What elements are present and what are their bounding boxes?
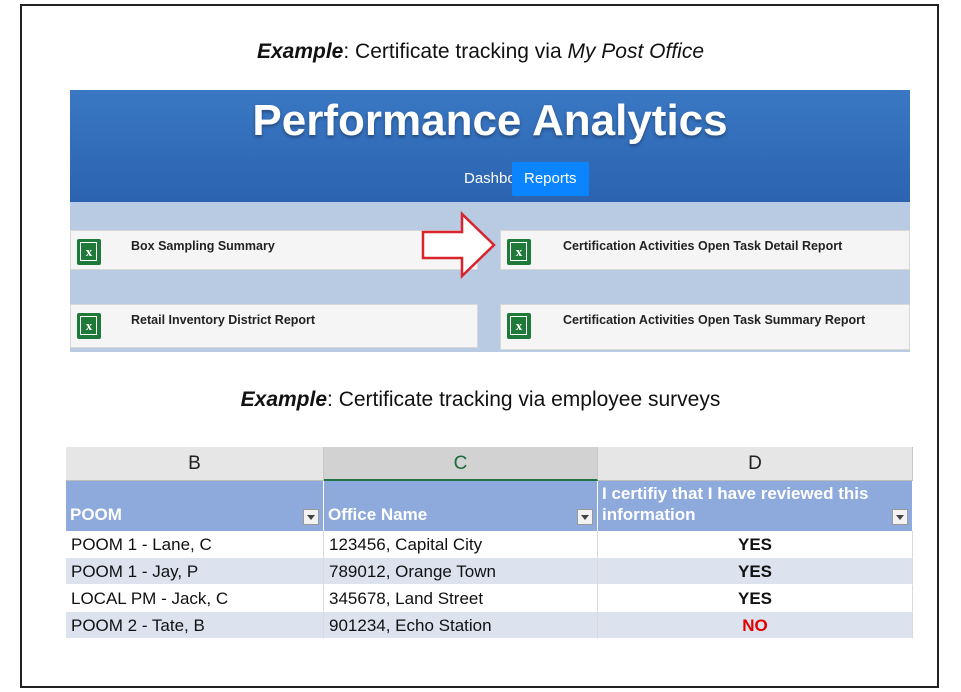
header-office-name: Office Name: [324, 481, 598, 531]
right-arrow-icon: [421, 211, 496, 279]
table-cell[interactable]: LOCAL PM - Jack, C: [66, 585, 324, 612]
analytics-title: Performance Analytics: [252, 96, 728, 145]
excel-icon: x: [507, 239, 531, 265]
table-cell[interactable]: NO: [598, 612, 913, 639]
table-cell[interactable]: POOM 2 - Tate, B: [66, 612, 324, 639]
column-header-b[interactable]: B: [66, 447, 324, 481]
caption-example-label: Example: [240, 388, 328, 411]
excel-icon: x: [77, 313, 101, 339]
table-cell[interactable]: 789012, Orange Town: [324, 558, 598, 585]
column-header-c[interactable]: C: [324, 447, 598, 481]
header-poom: POOM: [66, 481, 324, 531]
table-cell[interactable]: YES: [598, 558, 913, 585]
table-cell[interactable]: 345678, Land Street: [324, 585, 598, 612]
filter-dropdown-icon[interactable]: [303, 509, 319, 525]
table-cell[interactable]: POOM 1 - Jay, P: [66, 558, 324, 585]
report-tile-label: Certification Activities Open Task Summa…: [563, 313, 866, 327]
report-tile-label: Certification Activities Open Task Detai…: [563, 239, 843, 253]
report-tile-retail-inventory[interactable]: x Retail Inventory District Report: [70, 304, 478, 348]
report-tile-label: Box Sampling Summary: [131, 239, 275, 253]
nav-reports[interactable]: Reports: [512, 162, 589, 196]
table-cell[interactable]: YES: [598, 531, 913, 558]
column-header-d[interactable]: D: [598, 447, 913, 481]
caption-example-label: Example: [256, 40, 344, 63]
performance-analytics-panel: Performance Analytics Dashboard Reports …: [70, 90, 910, 352]
report-tile-label: Retail Inventory District Report: [131, 313, 316, 327]
caption-employee-surveys: Example: Certificate tracking via employ…: [240, 388, 721, 411]
header-certify: I certifiy that I have reviewed this inf…: [598, 481, 913, 531]
table-cell[interactable]: 901234, Echo Station: [324, 612, 598, 639]
table-cell[interactable]: YES: [598, 585, 913, 612]
caption-my-post-office: Example: Certificate tracking via My Pos…: [256, 40, 704, 63]
survey-spreadsheet: B C D POOM Office Name I certifiy that I…: [66, 447, 913, 672]
header-label: Office Name: [328, 505, 428, 524]
analytics-header: Performance Analytics Dashboard Reports: [70, 90, 910, 202]
report-tile-open-task-summary[interactable]: x Certification Activities Open Task Sum…: [500, 304, 910, 350]
table-cell[interactable]: POOM 1 - Lane, C: [66, 531, 324, 558]
report-tile-open-task-detail[interactable]: x Certification Activities Open Task Det…: [500, 230, 910, 270]
filter-dropdown-icon[interactable]: [892, 509, 908, 525]
header-label: POOM: [70, 505, 122, 524]
filter-dropdown-icon[interactable]: [577, 509, 593, 525]
excel-icon: x: [77, 239, 101, 265]
table-cell[interactable]: 123456, Capital City: [324, 531, 598, 558]
report-tile-box-sampling[interactable]: x Box Sampling Summary: [70, 230, 478, 270]
header-label: I certifiy that I have reviewed this inf…: [602, 484, 869, 524]
excel-icon: x: [507, 313, 531, 339]
